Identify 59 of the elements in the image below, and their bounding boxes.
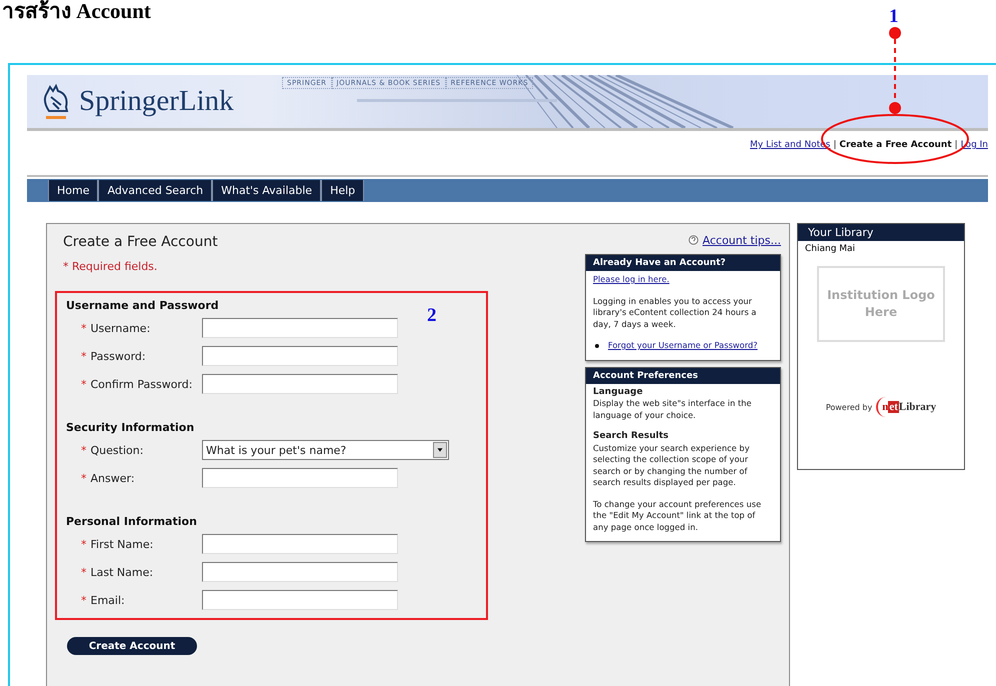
required-asterisk: * [81,566,86,578]
nav-menu-item[interactable]: What's Available [212,180,322,201]
page-heading: ารสร้าง Account [1,0,151,22]
account-tips-link[interactable]: Account tips... [702,234,781,247]
required-asterisk: * [81,594,86,606]
section-heading: Security Information [66,420,196,436]
text-input-field[interactable] [202,562,398,582]
placeholder-text: Institution Logo Here [826,287,936,321]
library-title: Your Library [798,224,964,241]
text-input-field[interactable] [202,590,398,610]
field-label: Username: [90,322,150,334]
library-name: Chiang Mai [805,244,856,254]
preference-title: Language [593,386,644,398]
question-dropdown[interactable]: What is your pet's name? [202,440,449,460]
preference-description: Display the web site"s interface in the language of your choice. [593,398,752,421]
field-label: Answer: [90,472,135,484]
required-asterisk: * [81,444,86,456]
text-input-field[interactable] [202,468,398,488]
login-description: Logging in enables you to access your library's eContent collection 24 hours a day, 7 days a week. [593,296,758,330]
text-input-field[interactable] [202,318,398,338]
current-page-link[interactable]: Create a Free Account [839,140,952,150]
springerlink-logo-text: SpringerLink [79,85,234,118]
required-asterisk: * [81,378,86,390]
section-heading: Username and Password [66,298,220,314]
create-account-button[interactable]: Create Account [67,637,197,655]
annotation-number: 1 [889,6,898,28]
netlibrary-logo: netLibrary [876,397,936,417]
required-asterisk: * [81,350,86,362]
link-separator: | [833,140,836,150]
preference-title: Search Results [593,431,670,442]
required-asterisk: * [81,322,86,334]
link-separator: | [954,140,958,150]
field-label: Email: [90,594,125,606]
field-label: Last Name: [90,566,154,578]
help-bubble-icon [688,235,699,246]
field-label: Question: [90,444,144,456]
section-heading: Personal Information [66,514,198,530]
powered-by-text: Powered by [826,402,872,412]
text-input-field[interactable] [202,346,398,366]
text-input-field[interactable] [202,374,398,394]
preferences-note: To change your account preferences use the "Edit My Account" link at the top of any page once logged in. [593,498,762,533]
annotation-number: 2 [427,305,436,327]
field-label: Password: [90,350,146,362]
text-input-field[interactable] [202,534,398,554]
nav-menu-item[interactable]: Home [48,180,98,201]
preference-description: Customize your search experience by selecting the collection scope of your search or by changing the number of search results displayed per page. [593,442,750,488]
form-title: Create a Free Account [63,233,219,252]
box-title: Already Have an Account? [586,255,780,271]
login-link[interactable]: Please log in here. [593,274,773,286]
bullet-icon [595,344,599,348]
required-fields-note: * Required fields. [63,260,158,273]
required-asterisk: * [81,472,86,484]
field-label: First Name: [90,538,154,550]
nav-menu-item[interactable]: Help [321,180,364,201]
required-asterisk: * [81,538,86,550]
nav-menu-item[interactable]: Advanced Search [98,180,212,201]
field-label: Confirm Password: [90,378,192,390]
forgot-password-link[interactable]: Forgot your Username or Password? [608,340,758,352]
box-title: Account Preferences [586,368,780,384]
